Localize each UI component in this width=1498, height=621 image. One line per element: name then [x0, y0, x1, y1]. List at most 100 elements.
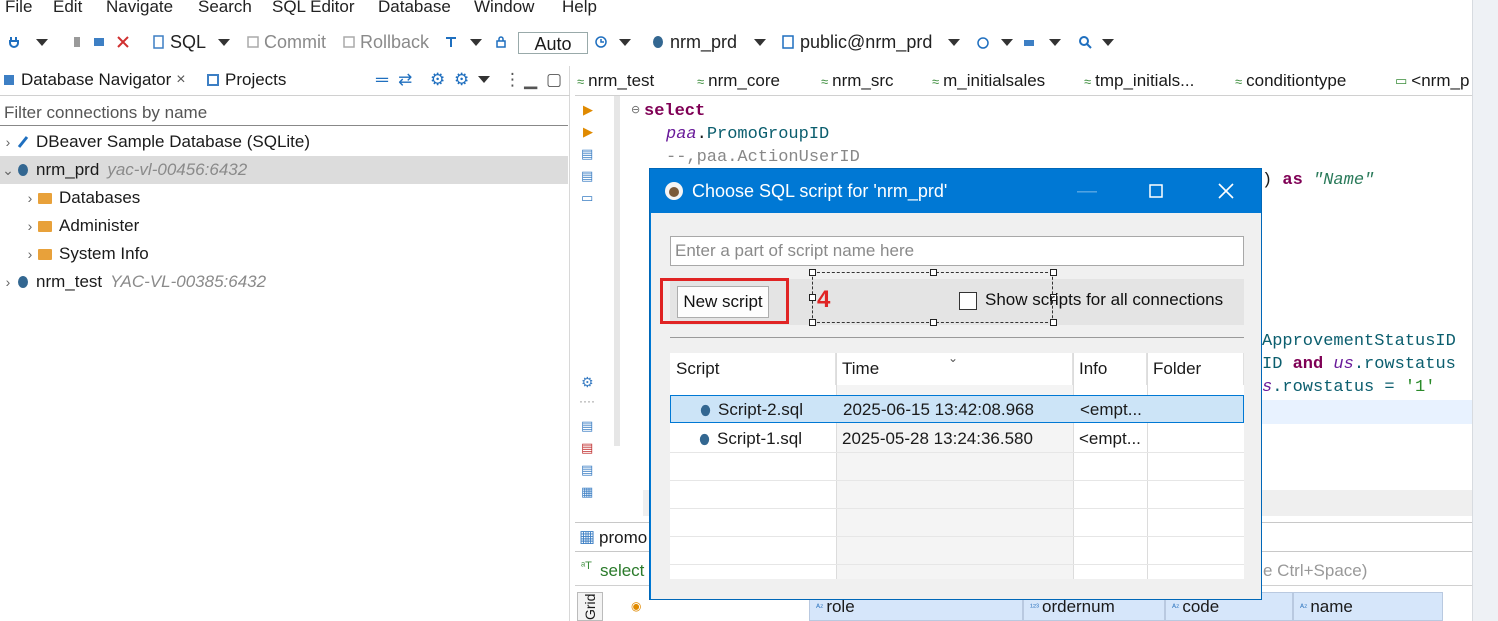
right-scroll-strip[interactable] — [1472, 0, 1498, 621]
execute-statement-icon[interactable]: ▶ — [583, 102, 593, 118]
maximize-button[interactable]: ▢ — [546, 70, 562, 90]
transaction-mode-dropdown[interactable] — [470, 24, 482, 60]
table-row[interactable]: Script-1.sql 2025-05-28 13:24:36.580 <em… — [670, 425, 1244, 453]
connection-filter-input[interactable]: Filter connections by name — [0, 100, 568, 126]
more-icon[interactable]: ···· — [579, 394, 595, 408]
minimize-button[interactable]: — — [1062, 169, 1112, 213]
table-row[interactable]: Script-2.sql 2025-06-15 13:42:08.968 <em… — [670, 395, 1244, 423]
dashboard-dropdown[interactable] — [1001, 24, 1013, 60]
export-icon[interactable]: ▤ — [581, 418, 593, 434]
chevron-right-icon[interactable]: › — [22, 246, 38, 262]
active-connection-selector[interactable]: nrm_prd — [651, 24, 737, 60]
new-connection-dropdown[interactable] — [36, 24, 48, 60]
tree-item-nrm-test[interactable]: › nrm_test YAC-VL-00385:6432 — [0, 268, 568, 296]
editor-tab[interactable]: ≈ conditiontype — [1235, 71, 1346, 91]
commit-button[interactable]: Commit — [246, 24, 326, 60]
dashboard-button[interactable] — [976, 24, 990, 60]
code-line-6[interactable]: ID and us.rowstatus — [1262, 355, 1456, 374]
editor-tab[interactable]: ▭ <nrm_p — [1395, 71, 1469, 91]
file-code-icon[interactable]: ▤ — [581, 462, 593, 478]
tree-item-sample-db[interactable]: › DBeaver Sample Database (SQLite) — [0, 128, 568, 156]
menu-sql-editor[interactable]: SQL Editor — [272, 0, 355, 17]
code-line-4[interactable]: ) as "Name" — [1262, 171, 1374, 190]
print-button[interactable] — [1022, 24, 1036, 60]
reconnect-button[interactable] — [92, 24, 106, 60]
search-button[interactable] — [1078, 24, 1092, 60]
transaction-mode-field[interactable]: Auto — [518, 32, 588, 54]
disconnect-button[interactable] — [116, 24, 130, 60]
menu-file[interactable]: File — [5, 0, 32, 17]
layout-icon[interactable]: ▦ — [581, 484, 593, 500]
chevron-right-icon[interactable]: › — [0, 134, 16, 150]
view-menu-button[interactable]: ⋮ — [504, 70, 521, 90]
sql-dropdown[interactable] — [218, 24, 230, 60]
chevron-right-icon[interactable]: › — [0, 274, 16, 290]
column-header-folder[interactable]: Folder — [1147, 353, 1244, 385]
nav-menu-dropdown[interactable] — [478, 76, 490, 83]
column-header-name[interactable]: ᴬᶻ name — [1293, 592, 1443, 621]
maximize-button[interactable] — [1131, 169, 1181, 213]
collapse-fold-icon[interactable]: ⊖ — [631, 103, 640, 116]
transaction-mode-button[interactable] — [444, 24, 458, 60]
code-line-3[interactable]: --,paa.ActionUserID — [666, 148, 860, 167]
explain-icon[interactable]: ▤ — [581, 146, 593, 162]
show-all-connections-label[interactable]: Show scripts for all connections — [985, 290, 1223, 310]
sql-editor-button[interactable]: SQL — [152, 24, 206, 60]
schema-dropdown[interactable] — [948, 24, 960, 60]
load-plan-icon[interactable]: ▤ — [581, 168, 593, 184]
connect-nav-button[interactable]: ⚙ — [454, 70, 469, 90]
connection-dropdown[interactable] — [754, 24, 766, 60]
results-tab-label[interactable]: promo — [599, 528, 647, 548]
menu-window[interactable]: Window — [474, 0, 534, 17]
close-icon[interactable]: × — [176, 71, 185, 89]
new-folder-button[interactable]: ⚙ — [430, 70, 445, 90]
code-line-5[interactable]: ApprovementStatusID — [1262, 332, 1456, 351]
minimize-button[interactable]: ▁ — [524, 70, 537, 90]
search-dropdown[interactable] — [1102, 24, 1114, 60]
editor-tab[interactable]: ≈ nrm_src — [821, 71, 894, 91]
column-header-time[interactable]: Time ⌄ — [836, 351, 1073, 385]
editor-tab[interactable]: ≈ nrm_test — [577, 71, 654, 91]
column-header-script[interactable]: Script — [670, 353, 836, 385]
tab-database-navigator[interactable]: Database Navigator × — [2, 70, 186, 90]
grid-view-tab[interactable]: Grid — [577, 592, 603, 621]
tree-item-databases[interactable]: › Databases — [0, 184, 568, 212]
close-button[interactable] — [1201, 169, 1251, 213]
editor-tab[interactable]: ≈ nrm_core — [697, 71, 780, 91]
editor-tab[interactable]: ≈ tmp_initials... — [1084, 71, 1194, 91]
active-schema-selector[interactable]: public@nrm_prd — [781, 24, 932, 60]
script-search-input[interactable]: Enter a part of script name here — [670, 236, 1244, 266]
history-dropdown[interactable] — [619, 24, 631, 60]
menu-help[interactable]: Help — [562, 0, 597, 17]
menu-search[interactable]: Search — [198, 0, 252, 17]
code-line-2[interactable]: paa.PromoGroupID — [666, 125, 829, 144]
file-lock-icon[interactable]: ▤ — [581, 440, 593, 456]
connect-button[interactable] — [70, 24, 84, 60]
lock-button[interactable] — [494, 24, 508, 60]
collapse-all-button[interactable]: ═ — [376, 70, 388, 90]
rollback-button[interactable]: Rollback — [342, 24, 429, 60]
new-connection-button[interactable] — [8, 24, 22, 60]
results-filter-input[interactable]: select — [600, 561, 644, 581]
chevron-down-icon[interactable]: ⌄ — [0, 162, 16, 179]
column-header-info[interactable]: Info — [1073, 353, 1147, 385]
editor-tab[interactable]: ≈ m_initialsales — [932, 71, 1045, 91]
execute-script-icon[interactable]: ▶ — [583, 124, 593, 140]
tab-projects[interactable]: Projects — [206, 70, 286, 90]
tree-item-system-info[interactable]: › System Info — [0, 240, 568, 268]
terminal-icon[interactable]: ▭ — [581, 190, 593, 206]
print-dropdown[interactable] — [1049, 24, 1061, 60]
settings-icon[interactable]: ⚙ — [581, 374, 594, 391]
code-line-7[interactable]: s.rowstatus = '1' — [1262, 378, 1435, 397]
menu-database[interactable]: Database — [378, 0, 451, 17]
show-all-connections-checkbox[interactable] — [959, 292, 977, 310]
menu-edit[interactable]: Edit — [53, 0, 82, 17]
chevron-right-icon[interactable]: › — [22, 218, 38, 234]
tree-item-nrm-prd[interactable]: ⌄ nrm_prd yac-vl-00456:6432 — [0, 156, 568, 184]
chevron-right-icon[interactable]: › — [22, 190, 38, 206]
menu-navigate[interactable]: Navigate — [106, 0, 173, 17]
tree-item-administer[interactable]: › Administer — [0, 212, 568, 240]
code-line-1[interactable]: select — [644, 102, 705, 121]
history-button[interactable] — [594, 24, 608, 60]
link-editor-button[interactable]: ⇄ — [398, 70, 412, 90]
